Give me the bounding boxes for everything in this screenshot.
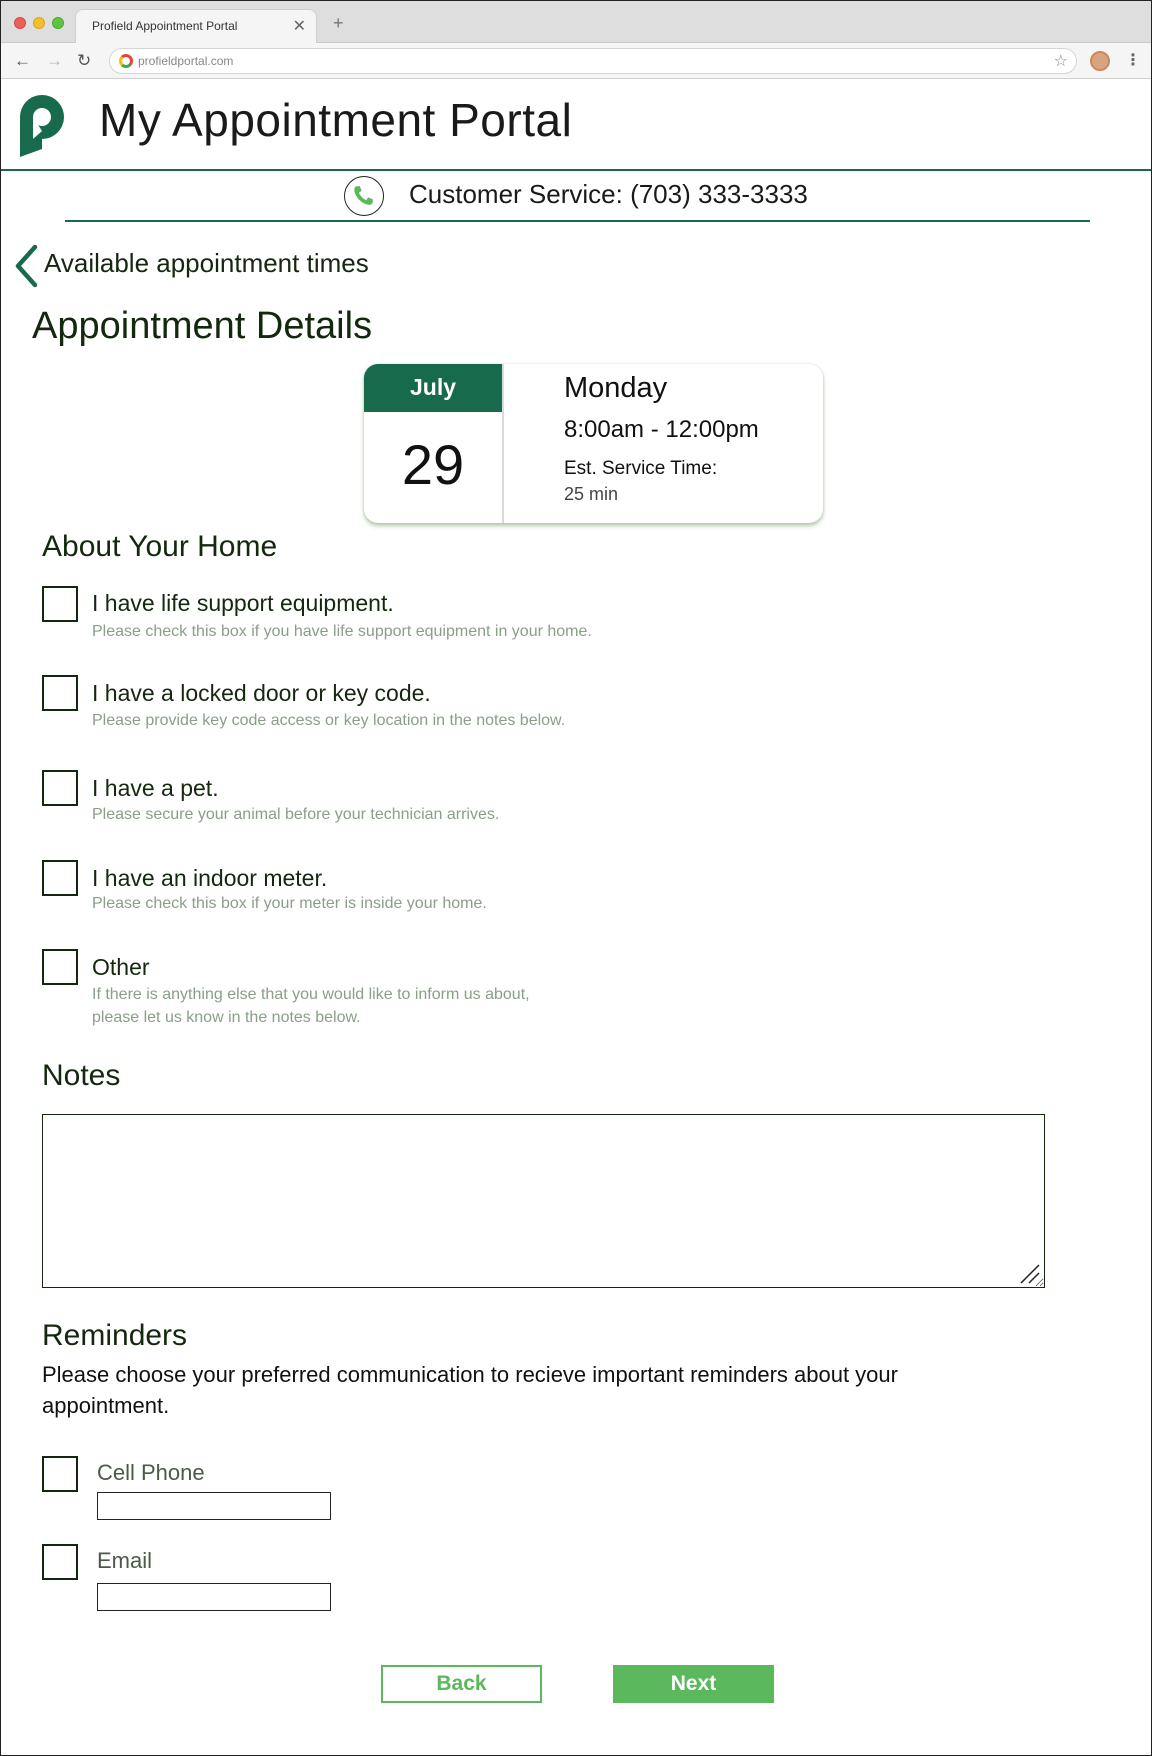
portal-title: My Appointment Portal [99, 94, 573, 146]
reload-icon[interactable]: ↻ [77, 51, 91, 71]
appointment-card: July 29 Monday 8:00am - 12:00pm Est. Ser… [364, 364, 823, 523]
cell-phone-input[interactable] [97, 1492, 331, 1520]
appointment-day: 29 [401, 433, 465, 496]
option-label: I have a locked door or key code. [92, 680, 431, 706]
option-help-text-line1: If there is anything else that you would… [92, 986, 530, 1003]
back-link-label: Available appointment times [44, 248, 369, 278]
locked-door-checkbox[interactable] [42, 675, 78, 711]
url-bar[interactable]: profieldportal.com ☆ [109, 48, 1077, 74]
notes-heading: Notes [42, 1059, 121, 1092]
close-window-button[interactable] [14, 17, 26, 29]
life-support-checkbox[interactable] [42, 586, 78, 622]
customer-service-text: Customer Service: (703) 333-3333 [409, 179, 808, 209]
tab-title: Profield Appointment Portal [92, 19, 238, 33]
profield-logo-icon [20, 95, 64, 157]
address-bar-row: ← → ↻ profieldportal.com ☆ ⋮ [1, 43, 1151, 79]
indoor-meter-checkbox[interactable] [42, 860, 78, 896]
forward-arrow-icon[interactable]: → [46, 51, 63, 71]
next-button[interactable]: Next [613, 1665, 774, 1703]
appointment-time-range: 8:00am - 12:00pm [564, 416, 759, 443]
browser-tab[interactable]: Profield Appointment Portal ✕ [75, 9, 317, 44]
profile-avatar-icon[interactable] [1090, 51, 1110, 71]
other-checkbox[interactable] [42, 949, 78, 985]
option-help-text-line2: please let us know in the notes below. [92, 1009, 361, 1026]
email-label: Email [97, 1548, 153, 1573]
back-arrow-icon[interactable]: ← [14, 51, 31, 71]
option-label: I have an indoor meter. [92, 865, 328, 891]
option-help-text: Please secure your animal before your te… [92, 806, 500, 823]
option-label: I have life support equipment. [92, 590, 394, 616]
header-divider [1, 169, 1151, 171]
appointment-month: July [364, 364, 502, 412]
tab-bar: Profield Appointment Portal ✕ + [1, 1, 1151, 44]
minimize-window-button[interactable] [33, 17, 45, 29]
option-label: I have a pet. [92, 775, 219, 801]
page-title: Appointment Details [32, 305, 373, 347]
back-button[interactable]: Back [381, 1665, 542, 1703]
option-label: Other [92, 954, 150, 980]
cell-phone-checkbox[interactable] [42, 1456, 78, 1492]
notes-textarea[interactable] [42, 1114, 1045, 1288]
email-checkbox[interactable] [42, 1544, 78, 1580]
card-divider [502, 364, 504, 523]
browser-menu-icon[interactable]: ⋮ [1125, 50, 1141, 70]
new-tab-icon[interactable]: + [333, 13, 344, 34]
reminders-description: Please choose your preferred communicati… [42, 1362, 898, 1418]
url-text: profieldportal.com [138, 54, 234, 68]
option-help-text: Please check this box if you have life s… [92, 623, 592, 640]
browser-window: Profield Appointment Portal ✕ + ← → ↻ pr… [0, 0, 1152, 1756]
about-home-heading: About Your Home [42, 530, 278, 563]
bookmark-star-icon[interactable]: ☆ [1054, 51, 1068, 71]
chevron-left-icon [15, 244, 38, 288]
tab-close-icon[interactable]: ✕ [293, 16, 306, 36]
option-help-text: Please check this box if your meter is i… [92, 895, 487, 912]
maximize-window-button[interactable] [52, 17, 64, 29]
pet-checkbox[interactable] [42, 770, 78, 806]
customer-service-divider [65, 220, 1090, 222]
appointment-weekday: Monday [564, 372, 668, 404]
cell-phone-label: Cell Phone [97, 1460, 205, 1485]
est-service-time-label: Est. Service Time: [564, 458, 718, 479]
option-help-text: Please provide key code access or key lo… [92, 712, 566, 729]
est-service-time-value: 25 min [564, 484, 619, 504]
email-input[interactable] [97, 1583, 331, 1611]
phone-icon [344, 176, 384, 216]
reminders-heading: Reminders [42, 1319, 188, 1352]
google-icon [119, 54, 133, 68]
